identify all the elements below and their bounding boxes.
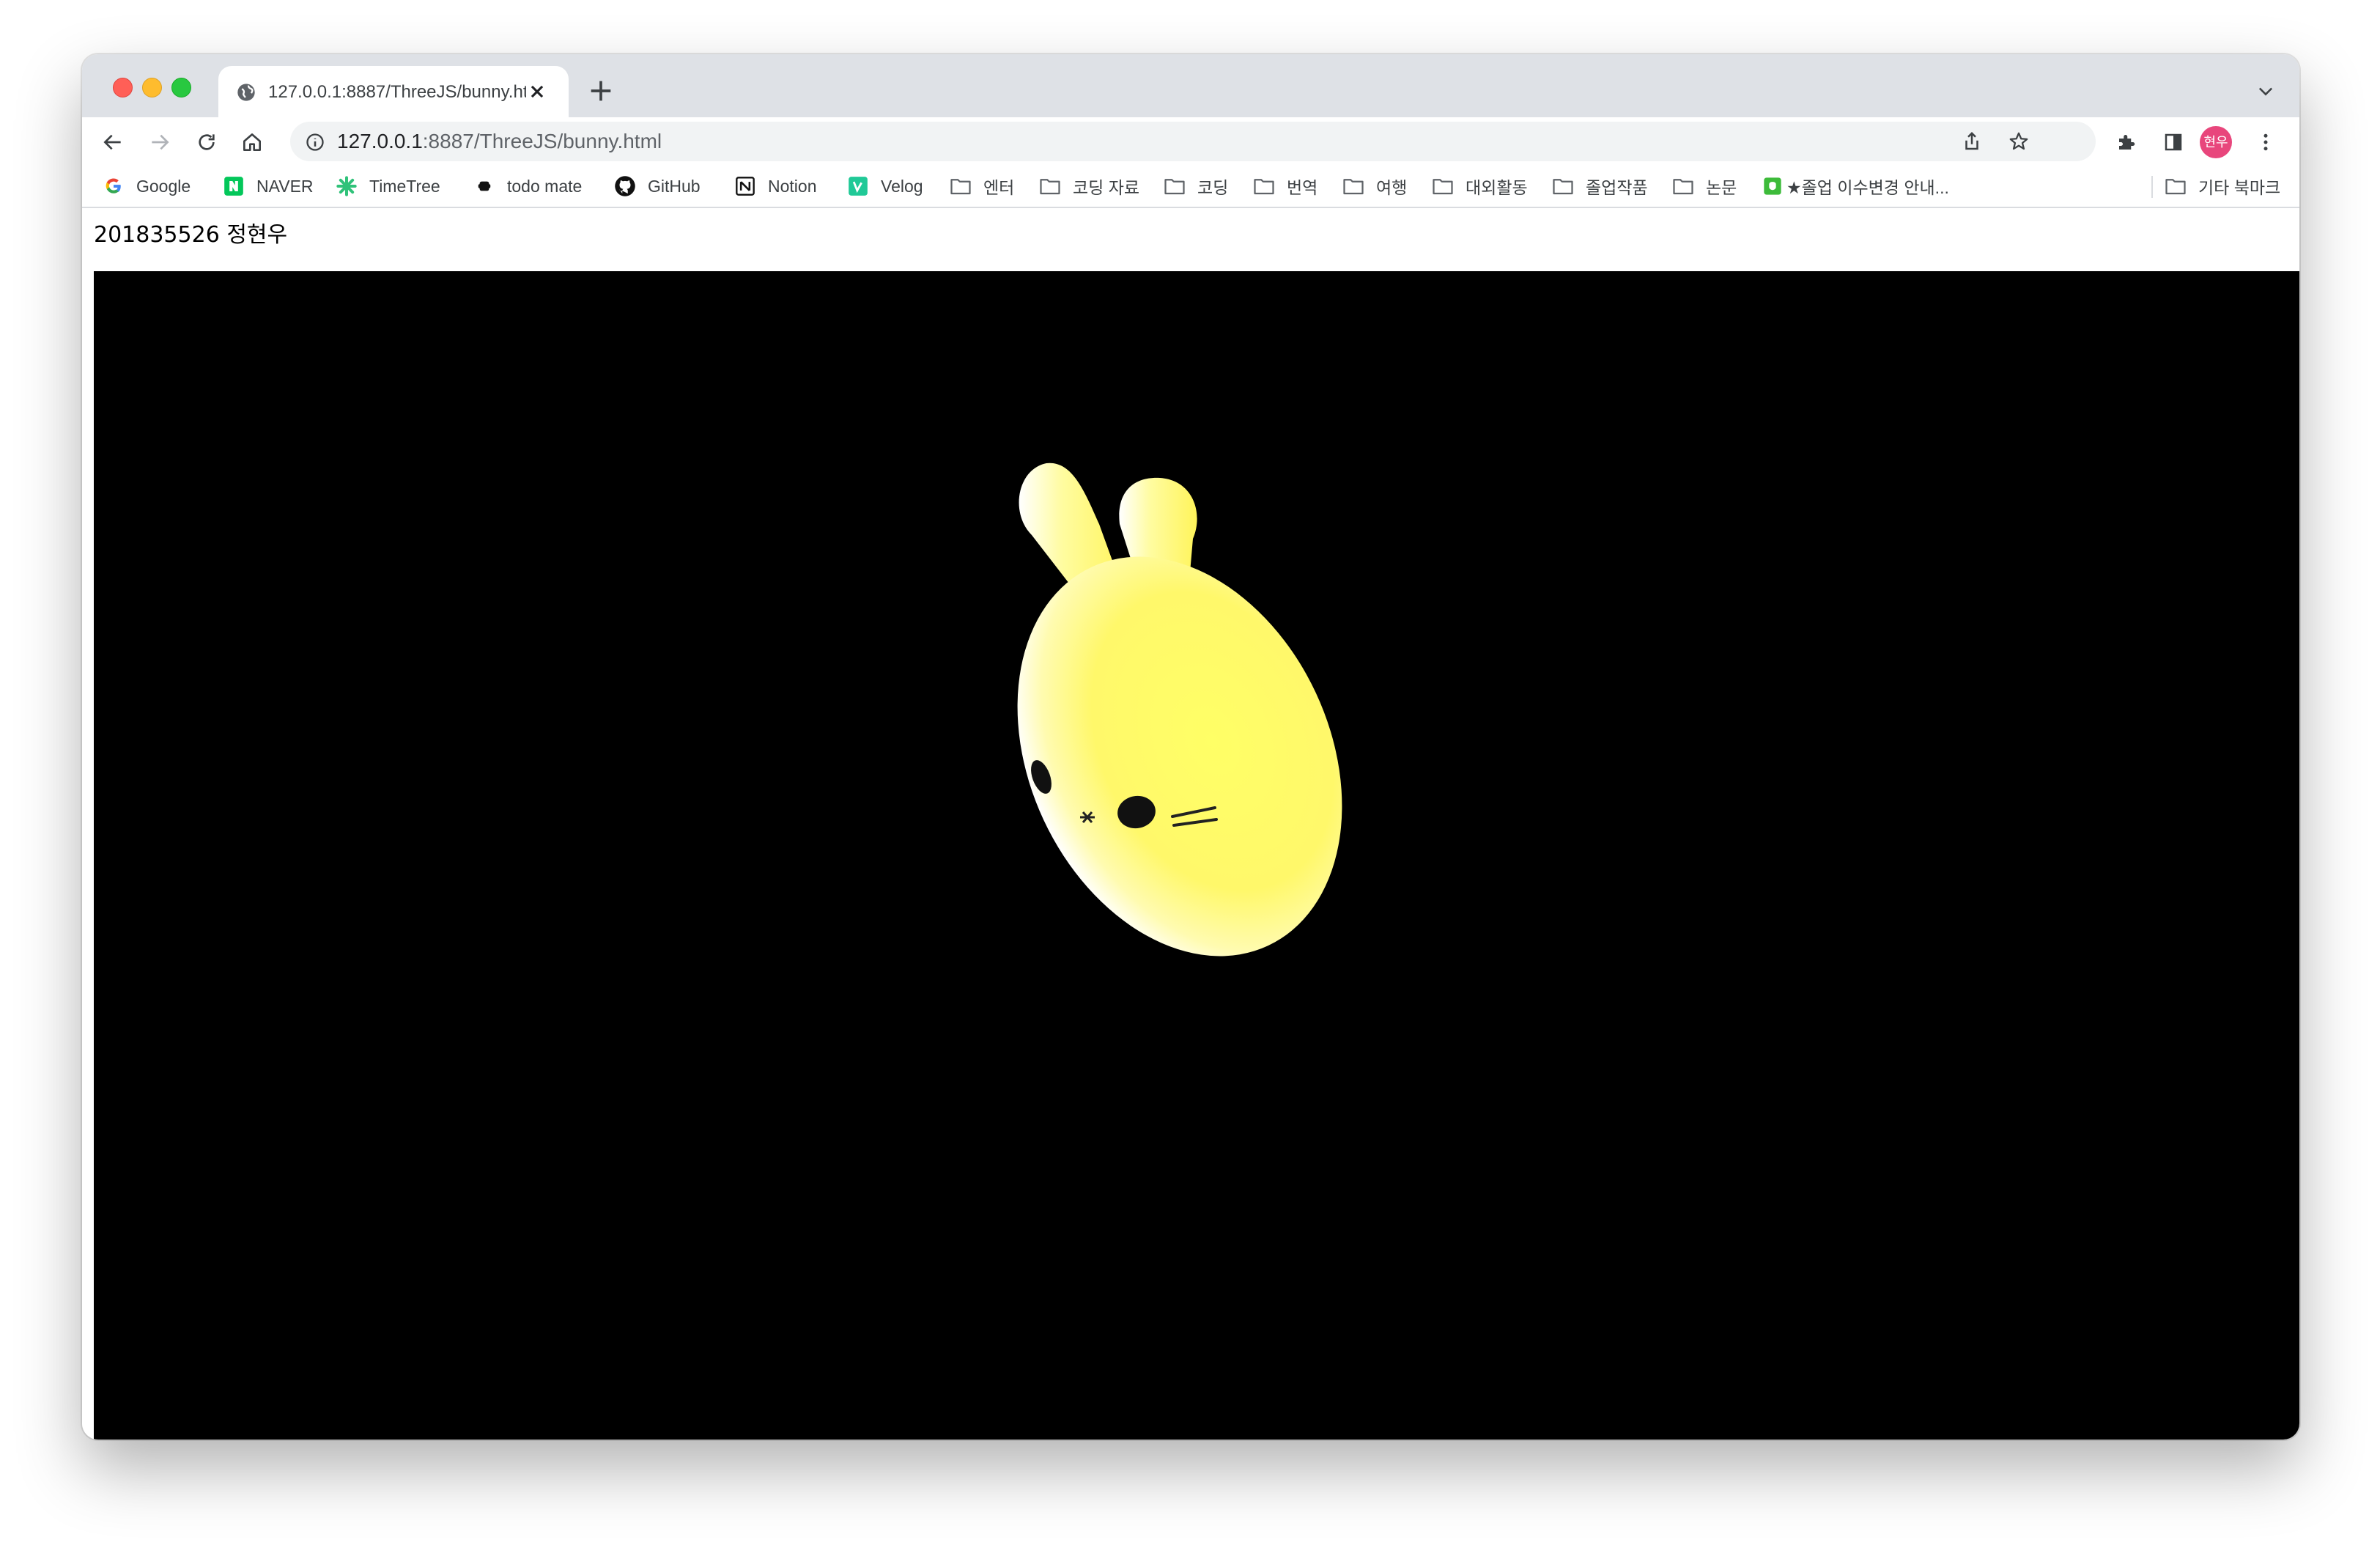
bookmark-folder-travel[interactable]: 여행 xyxy=(1342,173,1407,199)
side-panel-icon xyxy=(2165,133,2182,151)
new-tab-icon[interactable] xyxy=(586,76,616,106)
tab-bunny[interactable]: 127.0.0.1:8887/ThreeJS/bunny.html xyxy=(218,66,569,117)
bookmark-label: todo mate xyxy=(507,176,583,196)
home-button[interactable] xyxy=(236,126,268,158)
bunny-body xyxy=(1017,556,1342,957)
more-vert-icon xyxy=(2263,133,2268,151)
bookmark-folder-translation[interactable]: 번역 xyxy=(1253,173,1318,199)
menu-button[interactable] xyxy=(2250,126,2282,158)
back-button[interactable] xyxy=(97,126,129,158)
threejs-canvas[interactable] xyxy=(94,271,2299,1440)
puzzle-icon xyxy=(2119,135,2135,150)
bookmark-label: 대외활동 xyxy=(1466,178,1528,197)
info-icon[interactable] xyxy=(305,132,325,152)
folder-icon xyxy=(950,175,972,197)
bookmark-label: 번역 xyxy=(1287,178,1318,197)
bookmarks-divider xyxy=(2151,176,2153,198)
naver-icon xyxy=(223,175,245,197)
other-bookmarks-folder[interactable]: 기타 북마크 xyxy=(2165,173,2280,199)
forward-arrow-icon xyxy=(152,134,169,150)
tab-title: 127.0.0.1:8887/ThreeJS/bunny.html xyxy=(268,82,526,102)
bookmark-label: 논문 xyxy=(1706,178,1737,197)
bookmark-folder-coding-resources[interactable]: 코딩 자료 xyxy=(1039,173,1139,199)
bookmark-label: Notion xyxy=(768,176,817,196)
side-panel-button[interactable] xyxy=(2157,126,2189,158)
reload-button[interactable] xyxy=(191,126,223,158)
github-icon xyxy=(614,175,636,197)
close-tab-icon[interactable] xyxy=(525,79,550,104)
bookmark-naver[interactable]: NAVER xyxy=(223,173,314,199)
bookmark-folder-enter[interactable]: 엔터 xyxy=(950,173,1014,199)
bookmark-todomate[interactable]: todo mate xyxy=(473,173,582,199)
google-icon xyxy=(103,175,125,197)
bookmark-label: TimeTree xyxy=(369,176,440,196)
bookmark-label: 코딩 xyxy=(1197,178,1229,197)
page-content: 201835526 정현우 xyxy=(82,208,2299,1440)
reload-icon xyxy=(199,134,215,150)
minimize-window-button[interactable] xyxy=(142,78,162,97)
bookmark-label: Velog xyxy=(881,176,923,196)
todomate-icon xyxy=(473,175,495,197)
bookmark-folder-papers[interactable]: 논문 xyxy=(1672,173,1737,199)
velog-icon xyxy=(847,175,869,197)
chevron-down-icon[interactable] xyxy=(2255,81,2276,101)
share-icon[interactable] xyxy=(1961,130,1983,152)
bookmark-label: ★졸업 이수변경 안내... xyxy=(1786,178,1949,197)
extensions-button[interactable] xyxy=(2110,126,2143,158)
green-doc-icon xyxy=(1762,175,1784,197)
bookmark-graduation-notice[interactable]: ★졸업 이수변경 안내... xyxy=(1762,173,1949,199)
bookmark-folder-activities[interactable]: 대외활동 xyxy=(1432,173,1528,199)
folder-icon xyxy=(1039,175,1061,197)
tab-strip: 127.0.0.1:8887/ThreeJS/bunny.html xyxy=(82,54,2299,117)
address-bar[interactable]: 127.0.0.1:8887/ThreeJS/bunny.html xyxy=(290,122,2096,161)
bookmark-label: Google xyxy=(136,176,191,196)
bookmark-velog[interactable]: Velog xyxy=(847,173,923,199)
browser-window: 127.0.0.1:8887/ThreeJS/bunny.html 127.0.… xyxy=(82,54,2299,1440)
bookmark-label: NAVER xyxy=(256,176,314,196)
bookmark-github[interactable]: GitHub xyxy=(614,173,701,199)
url-text[interactable]: 127.0.0.1:8887/ThreeJS/bunny.html xyxy=(337,129,662,154)
bunny-model xyxy=(1017,462,1342,957)
folder-icon xyxy=(1672,175,1694,197)
toolbar: 127.0.0.1:8887/ThreeJS/bunny.html 현우 xyxy=(82,117,2299,166)
bookmark-star-icon[interactable] xyxy=(2008,130,2030,152)
notion-icon xyxy=(734,175,756,197)
folder-icon xyxy=(1342,175,1364,197)
folder-icon xyxy=(1552,175,1574,197)
profile-avatar[interactable]: 현우 xyxy=(2200,126,2232,158)
forward-button[interactable] xyxy=(144,126,176,158)
bookmark-label: 졸업작품 xyxy=(1586,178,1648,197)
maximize-window-button[interactable] xyxy=(171,78,191,97)
folder-icon xyxy=(1253,175,1275,197)
globe-icon xyxy=(237,84,255,101)
timetree-icon xyxy=(336,175,358,197)
url-path: :8887/ThreeJS/bunny.html xyxy=(422,130,662,152)
folder-icon xyxy=(1432,175,1454,197)
bookmark-label: 기타 북마크 xyxy=(2198,178,2281,197)
student-caption: 201835526 정현우 xyxy=(94,222,288,248)
back-arrow-icon xyxy=(103,134,121,150)
bookmark-folder-coding[interactable]: 코딩 xyxy=(1164,173,1228,199)
bookmark-notion[interactable]: Notion xyxy=(734,173,816,199)
bookmark-google[interactable]: Google xyxy=(103,173,191,199)
home-icon xyxy=(243,133,261,151)
close-window-button[interactable] xyxy=(113,78,133,97)
bookmark-label: 여행 xyxy=(1376,178,1408,197)
folder-icon xyxy=(2165,175,2187,197)
folder-icon xyxy=(1164,175,1186,197)
url-host: 127.0.0.1 xyxy=(337,130,423,152)
bookmark-timetree[interactable]: TimeTree xyxy=(336,173,440,199)
bookmarks-bar: Google NAVER TimeTree todo mate GitHub N… xyxy=(82,166,2299,208)
bookmark-label: 엔터 xyxy=(983,178,1015,197)
bookmark-folder-graduation-project[interactable]: 졸업작품 xyxy=(1552,173,1648,199)
bookmark-label: GitHub xyxy=(648,176,701,196)
bookmark-label: 코딩 자료 xyxy=(1073,178,1140,197)
